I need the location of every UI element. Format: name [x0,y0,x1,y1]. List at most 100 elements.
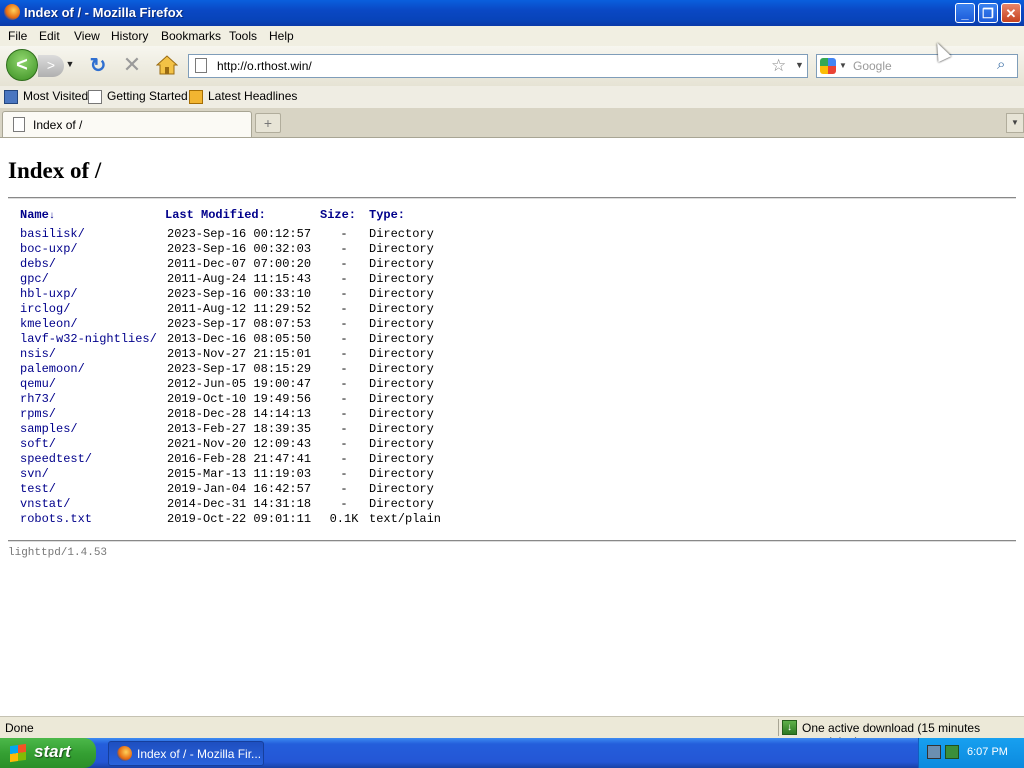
system-tray: 6:07 PM [918,738,1024,768]
taskbar-window-label: Index of / - Mozilla Fir... [137,747,262,761]
entry-name-link[interactable]: basilisk/ [20,227,85,241]
menu-help[interactable]: Help [269,29,294,43]
entry-modified: 2023-Sep-16 00:32:03 [167,242,312,256]
menu-file[interactable]: File [8,29,27,43]
menu-view[interactable]: View [74,29,100,43]
address-bar[interactable]: http://o.rthost.win/ ☆ ▼ [188,54,808,78]
taskbar-window-button[interactable]: Index of / - Mozilla Fir... [108,741,264,766]
entry-type: Directory [369,467,434,481]
stop-icon[interactable]: ✕ [122,54,142,76]
bookmark-star-icon[interactable]: ☆ [771,56,786,76]
back-button[interactable]: < [6,49,38,81]
entry-size: - [340,287,348,301]
menu-tools[interactable]: Tools [229,29,257,43]
bookmark-latest-headlines[interactable]: Latest Headlines [189,89,297,105]
close-button[interactable]: ✕ [1001,3,1021,23]
entry-type: Directory [369,257,434,271]
status-separator [778,719,779,736]
entry-name-link[interactable]: debs/ [20,257,56,271]
navigation-toolbar: < > ▼ ↻ ✕ http://o.rthost.win/ ☆ ▼ ▼ Goo… [0,46,1024,86]
page-content: Index of / Name↓ Last Modified: Size: Ty… [0,138,1024,716]
entry-type: text/plain [369,512,442,526]
menu-bookmarks[interactable]: Bookmarks [161,29,221,43]
entry-size: - [340,362,348,376]
url-dropdown-icon[interactable]: ▼ [795,60,804,70]
entry-name-link[interactable]: rpms/ [20,407,56,421]
search-icon[interactable]: ⌕ [997,56,1005,73]
entry-type: Directory [369,422,434,436]
divider [8,540,1016,542]
column-header-name[interactable]: Name↓ [20,208,55,222]
entry-size: - [340,452,348,466]
status-bar: Done ↓ One active download (15 minutes r… [0,716,1024,749]
entry-name-link[interactable]: qemu/ [20,377,56,391]
tab-list-dropdown-icon[interactable]: ▼ [1006,113,1024,133]
search-placeholder[interactable]: Google [853,59,892,73]
google-engine-icon[interactable] [820,58,836,74]
server-signature: lighttpd/1.4.53 [8,547,108,559]
status-text: Done [5,721,34,735]
tab-strip: Index of / + ▼ [0,108,1024,138]
entry-type: Directory [369,482,434,496]
entry-size: - [340,242,348,256]
safely-remove-icon[interactable] [945,745,959,759]
firefox-icon[interactable] [4,4,20,20]
page-icon [13,117,25,132]
download-icon[interactable]: ↓ [782,720,797,735]
column-header-type[interactable]: Type: [369,208,405,222]
bookmark-label: Latest Headlines [208,89,298,103]
entry-size: - [340,227,348,241]
network-icon[interactable] [927,745,941,759]
entry-size: - [340,422,348,436]
entry-name-link[interactable]: kmeleon/ [20,317,78,331]
windows-taskbar: start Index of / - Mozilla Fir... 6:07 P… [0,738,1024,768]
home-icon[interactable] [155,55,179,75]
menu-history[interactable]: History [111,29,148,43]
engine-dropdown-icon[interactable]: ▼ [839,61,847,70]
url-text[interactable]: http://o.rthost.win/ [217,59,312,73]
reload-icon[interactable]: ↻ [88,56,108,76]
entry-modified: 2018-Dec-28 14:14:13 [167,407,312,421]
entry-name-link[interactable]: irclog/ [20,302,70,316]
entry-modified: 2023-Sep-17 08:15:29 [167,362,312,376]
entry-name-link[interactable]: gpc/ [20,272,49,286]
menu-edit[interactable]: Edit [39,29,60,43]
entry-name-link[interactable]: hbl-uxp/ [20,287,78,301]
start-button[interactable]: start [0,738,96,768]
entry-name-link[interactable]: vnstat/ [20,497,70,511]
entry-size: - [340,257,348,271]
entry-name-link[interactable]: boc-uxp/ [20,242,78,256]
entry-name-link[interactable]: test/ [20,482,56,496]
column-header-modified[interactable]: Last Modified: [165,208,266,222]
history-dropdown-icon[interactable]: ▼ [64,59,76,73]
clock[interactable]: 6:07 PM [967,746,1008,758]
column-header-size[interactable]: Size: [320,208,356,222]
entry-name-link[interactable]: rh73/ [20,392,56,406]
entry-name-link[interactable]: lavf-w32-nightlies/ [20,332,157,346]
new-tab-button[interactable]: + [255,113,281,133]
entry-name-link[interactable]: samples/ [20,422,78,436]
entry-name-link[interactable]: nsis/ [20,347,56,361]
windows-logo-icon [10,743,26,763]
entry-name-link[interactable]: palemoon/ [20,362,85,376]
tab-index[interactable]: Index of / [2,111,252,137]
restore-button[interactable]: ❐ [978,3,998,23]
entry-name-link[interactable]: soft/ [20,437,56,451]
entry-type: Directory [369,332,434,346]
entry-type: Directory [369,317,434,331]
entry-modified: 2019-Oct-22 09:01:11 [167,512,312,526]
entry-name-link[interactable]: robots.txt [20,512,92,526]
entry-name-link[interactable]: svn/ [20,467,49,481]
bookmark-most-visited[interactable]: Most Visited [4,89,88,105]
entry-size: - [340,407,348,421]
forward-button[interactable]: > [38,55,64,77]
minimize-button[interactable]: _ [955,3,975,23]
window-titlebar[interactable]: Index of / - Mozilla Firefox _ ❐ ✕ [0,0,1024,26]
entry-modified: 2011-Aug-12 11:29:52 [167,302,312,316]
window-title: Index of / - Mozilla Firefox [24,5,183,20]
page-icon [88,90,102,104]
entry-name-link[interactable]: speedtest/ [20,452,92,466]
search-box[interactable]: ▼ Google ⌕ [816,54,1018,78]
bookmark-getting-started[interactable]: Getting Started [88,89,188,105]
entry-size: - [340,467,348,481]
